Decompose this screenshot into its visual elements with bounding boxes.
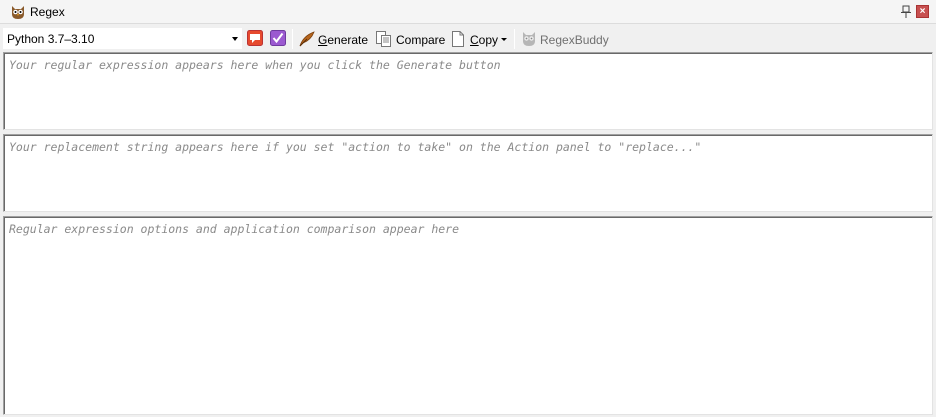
regexbuddy-button[interactable]: RegexBuddy (520, 29, 612, 49)
regex-output-panel[interactable]: Your regular expression appears here whe… (3, 52, 933, 130)
flavor-select[interactable]: Python 3.7–3.10 (3, 28, 242, 49)
owl-icon (12, 6, 24, 19)
generate-mnemonic: G (318, 33, 328, 47)
close-button[interactable]: × (916, 5, 929, 18)
replacement-placeholder: Your replacement string appears here if … (9, 140, 702, 154)
window-title: Regex (30, 5, 65, 19)
flavor-select-value: Python 3.7–3.10 (7, 32, 95, 46)
compare-label: Compare (396, 33, 446, 47)
toolbar-separator (514, 29, 515, 49)
options-comparison-panel[interactable]: Regular expression options and applicati… (3, 216, 933, 415)
pin-icon[interactable] (899, 5, 913, 19)
copy-label: opy (478, 33, 499, 47)
regexbuddy-label: RegexBuddy (540, 33, 609, 47)
generate-button[interactable]: Generate (298, 29, 370, 49)
quill-icon (299, 31, 315, 47)
chevron-down-icon (501, 38, 507, 41)
copy-button[interactable]: Copy (450, 29, 508, 49)
regex-placeholder: Your regular expression appears here whe… (9, 58, 501, 72)
chevron-down-icon (232, 37, 238, 41)
toolbar-separator (292, 29, 293, 49)
compare-icon (376, 31, 391, 47)
owl-icon (523, 32, 535, 46)
replacement-output-panel[interactable]: Your replacement string appears here if … (3, 134, 933, 212)
comment-icon[interactable] (247, 30, 263, 46)
compare-button[interactable]: Compare (375, 29, 445, 49)
checkmark-icon[interactable] (270, 30, 286, 46)
copy-icon (452, 31, 464, 47)
copy-mnemonic: C (470, 33, 479, 47)
toolbar: Python 3.7–3.10 Generate Compare Copy Re… (0, 25, 936, 52)
title-bar: Regex × (0, 0, 936, 24)
generate-label: enerate (327, 33, 369, 47)
options-placeholder: Regular expression options and applicati… (9, 222, 460, 236)
